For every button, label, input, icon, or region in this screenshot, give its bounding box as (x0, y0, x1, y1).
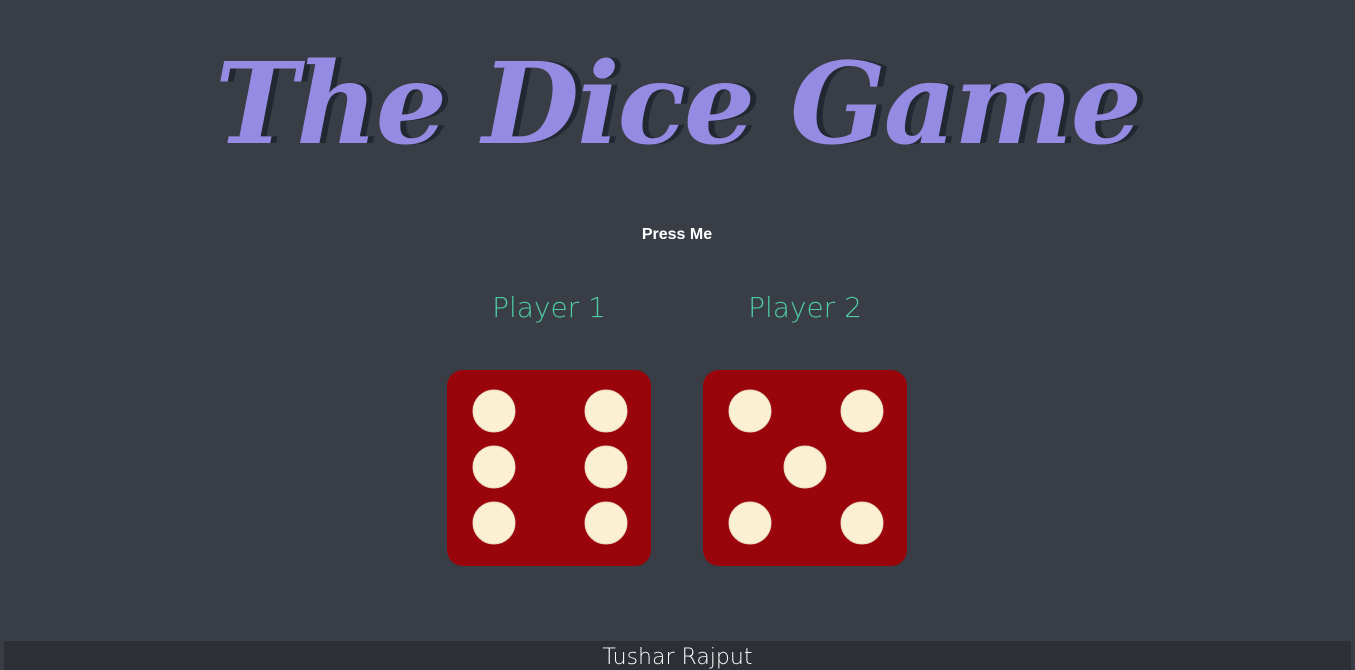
player-2-label: Player 2 (748, 291, 862, 324)
page: The Dice Game Press Me Player 1 Player 2… (0, 0, 1355, 670)
dice-pip (584, 501, 628, 545)
player-2-dice (703, 370, 907, 566)
dice-pip (584, 445, 628, 489)
dice-pip (728, 501, 772, 545)
dice-pip (783, 445, 827, 489)
dice-pip (472, 445, 516, 489)
dice-pip (584, 389, 628, 433)
dice-pip (472, 389, 516, 433)
footer-author: Tushar Rajput (602, 645, 753, 670)
dice-pip (472, 501, 516, 545)
dice-pip (840, 389, 884, 433)
page-title: The Dice Game (214, 39, 1142, 170)
press-me-button[interactable]: Press Me (612, 222, 742, 248)
footer: Tushar Rajput (4, 641, 1351, 670)
player-1-dice (447, 370, 651, 566)
dice-pip (840, 501, 884, 545)
player-1-label: Player 1 (492, 291, 606, 324)
dice-pip (728, 389, 772, 433)
